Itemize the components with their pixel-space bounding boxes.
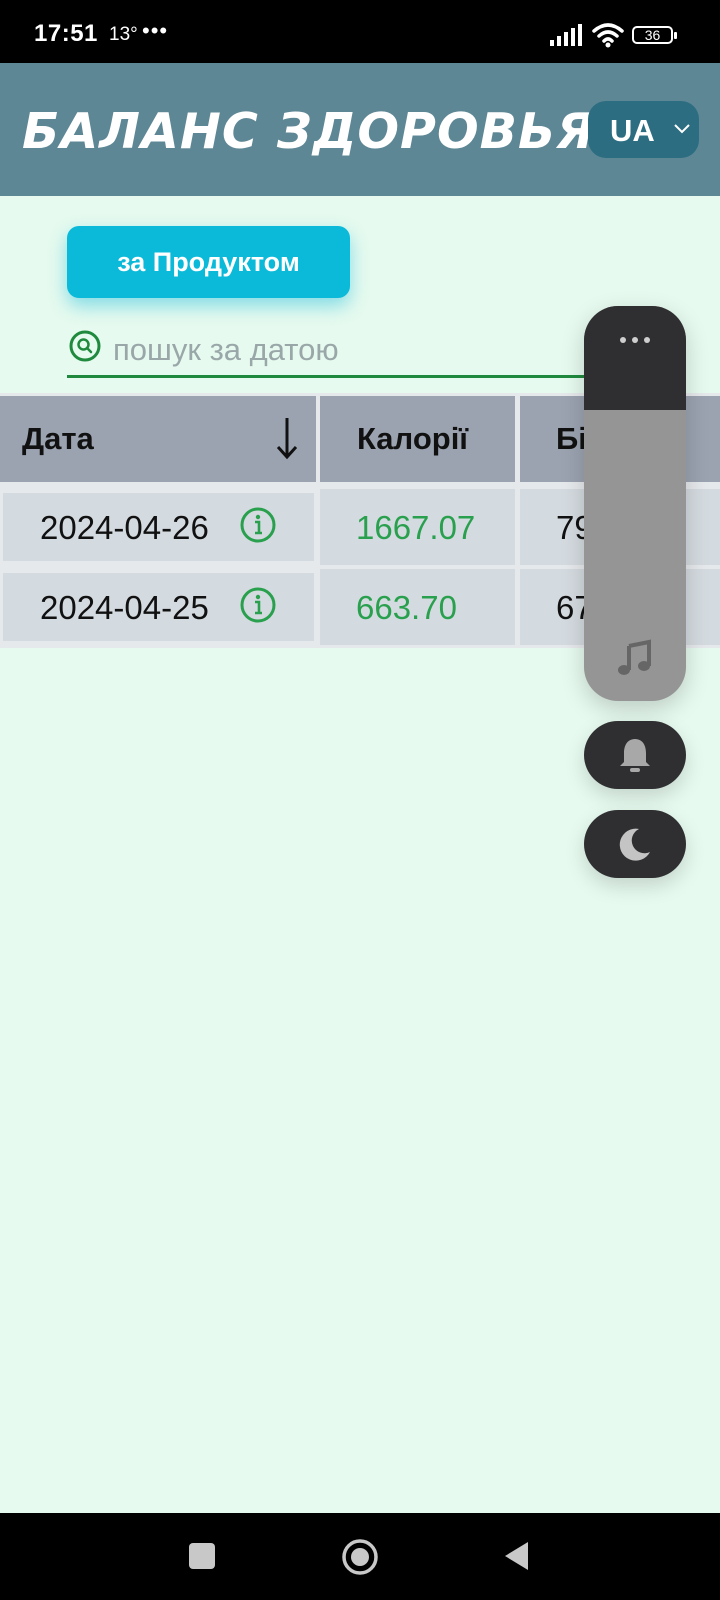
language-select[interactable]: UA bbox=[588, 101, 699, 158]
column-label-calories: Калорії bbox=[357, 421, 469, 456]
info-icon[interactable] bbox=[239, 506, 277, 544]
wifi-icon bbox=[592, 23, 624, 48]
battery-level: 36 bbox=[644, 27, 661, 43]
table-row-1-calories-cell: 1667.07 bbox=[320, 489, 515, 565]
row-calories: 663.70 bbox=[356, 589, 457, 626]
column-label-protein: Бі bbox=[556, 421, 587, 456]
by-product-button[interactable]: за Продуктом bbox=[67, 226, 350, 298]
status-temperature: 13° bbox=[109, 24, 138, 45]
app-title: БАЛАНС ЗДОРОВЬЯ bbox=[22, 103, 596, 160]
table-row-2-calories-cell: 663.70 bbox=[320, 569, 515, 645]
row-calories: 1667.07 bbox=[356, 509, 476, 546]
search-input[interactable] bbox=[113, 330, 633, 370]
date-search bbox=[67, 326, 667, 378]
status-more-icon: ••• bbox=[142, 18, 169, 43]
column-header-date[interactable]: Дата bbox=[0, 396, 316, 482]
row-date: 2024-04-25 bbox=[40, 589, 209, 626]
home-button[interactable] bbox=[341, 1538, 379, 1576]
table-row-2-date-cell: 2024-04-25 bbox=[3, 573, 314, 641]
info-icon[interactable] bbox=[239, 586, 277, 624]
floating-sound-panel[interactable] bbox=[584, 306, 686, 701]
status-bar: 17:51 13° ••• 36 bbox=[0, 0, 720, 63]
back-button[interactable] bbox=[502, 1540, 530, 1572]
column-header-calories[interactable]: Калорії bbox=[320, 396, 515, 482]
column-label-date: Дата bbox=[22, 421, 94, 456]
chevron-down-icon bbox=[674, 124, 690, 134]
bell-icon bbox=[620, 739, 650, 772]
language-label: UA bbox=[610, 113, 655, 148]
search-icon bbox=[69, 330, 101, 362]
notification-button[interactable] bbox=[584, 721, 686, 789]
dark-mode-button[interactable] bbox=[584, 810, 686, 878]
row-date: 2024-04-26 bbox=[40, 509, 209, 546]
arrow-down-icon[interactable] bbox=[275, 416, 299, 460]
navigation-bar bbox=[0, 1513, 720, 1600]
battery-icon: 36 bbox=[632, 24, 678, 46]
table-row-1-date-cell: 2024-04-26 bbox=[3, 493, 314, 561]
app-header: БАЛАНС ЗДОРОВЬЯ UA bbox=[0, 63, 720, 196]
recents-button[interactable] bbox=[189, 1543, 215, 1569]
moon-icon bbox=[619, 828, 650, 861]
music-icon bbox=[618, 639, 651, 675]
panel-menu-button[interactable] bbox=[584, 306, 686, 410]
more-icon bbox=[620, 337, 650, 343]
status-time: 17:51 bbox=[34, 20, 98, 47]
signal-icon bbox=[550, 24, 582, 46]
